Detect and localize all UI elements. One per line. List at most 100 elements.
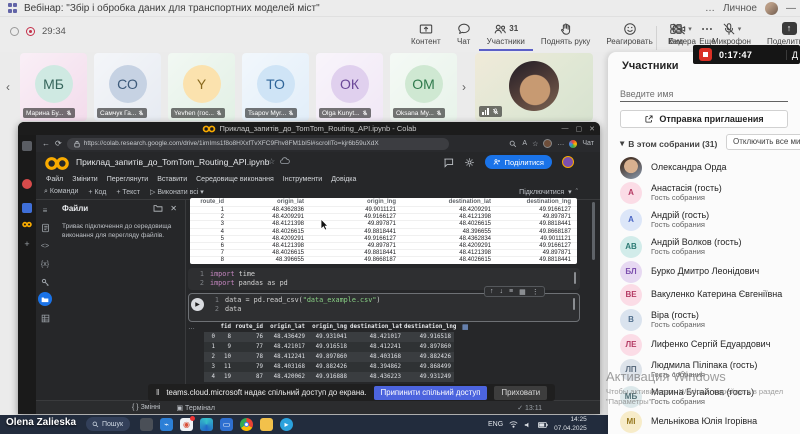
commands-button[interactable]: ⌕ Команди: [44, 188, 78, 196]
in-meeting-section[interactable]: ▾ В этом собрании (31): [620, 138, 717, 149]
file-explorer-icon[interactable]: [260, 418, 273, 431]
comment-icon[interactable]: [443, 157, 454, 168]
display-share-icon[interactable]: ▭: [220, 418, 233, 431]
video-tile[interactable]: YYevhen (гос...: [168, 53, 235, 121]
taskbar-search[interactable]: Пошук: [86, 417, 130, 431]
titlebar-more-button[interactable]: …: [705, 3, 715, 14]
participant-row[interactable]: ЛПЛюдмила Піліпака (гость)Гость собрания: [608, 356, 800, 383]
menu-Середовище виконання[interactable]: Середовище виконання: [196, 176, 274, 183]
participant-row[interactable]: Олександра Орда: [608, 156, 800, 179]
strip-workspace-icon[interactable]: [22, 141, 32, 151]
address-bar[interactable]: https://colab.research.google.com/drive/…: [67, 138, 449, 150]
browser-maximize-button[interactable]: ▢: [576, 125, 583, 133]
back-icon[interactable]: ←: [42, 139, 50, 148]
telegram-icon[interactable]: ▸: [280, 418, 293, 431]
colab-account-avatar[interactable]: [562, 156, 574, 168]
clock[interactable]: 14:25 07.04.2025: [554, 416, 587, 432]
interactive-table-icon[interactable]: ▦: [462, 323, 469, 331]
strip-tab-icon[interactable]: [22, 203, 32, 213]
volume-icon[interactable]: [524, 421, 532, 429]
video-tile-camera-on[interactable]: [475, 53, 593, 121]
strip-colab-tab-icon[interactable]: [22, 221, 32, 231]
menu-Довідка[interactable]: Довідка: [331, 176, 356, 183]
add-code-button[interactable]: + Код: [88, 189, 106, 196]
minimize-button[interactable]: —: [786, 3, 796, 14]
video-tile[interactable]: ТОTsapov Myr...: [242, 53, 309, 121]
video-tile[interactable]: МБМарина Бу...: [20, 53, 87, 121]
toolbar-chat[interactable]: Чат: [449, 18, 479, 51]
participant-row[interactable]: ААнастасія (гость)Гость собрания: [608, 179, 800, 206]
browser-titlebar[interactable]: Приклад_запитів_до_TomTom_Routing_API.ip…: [18, 122, 600, 135]
hide-share-bar-button[interactable]: Приховати: [494, 386, 547, 400]
csv-preview-table[interactable]: route_idorigin_latorigin_lngdestination_…: [190, 198, 577, 264]
browser-close-button[interactable]: ✕: [589, 125, 595, 133]
move-cell-up-icon[interactable]: ↑: [490, 288, 494, 295]
code-snippets-icon[interactable]: <>: [39, 240, 51, 252]
settings-gear-icon[interactable]: [464, 157, 475, 168]
bookmark-icon[interactable]: ☆: [532, 140, 538, 148]
participant-row[interactable]: ВЕВакуленко Катерина Євгеніївна: [608, 283, 800, 306]
chat-extension-label[interactable]: Чат: [582, 140, 594, 147]
pause-share-icon[interactable]: ‖: [156, 388, 159, 397]
participant-row[interactable]: БЛБурко Дмитро Леонідович: [608, 260, 800, 283]
participant-row[interactable]: ААндрій (гость)Гость собрания: [608, 206, 800, 233]
participant-row[interactable]: АВАндрій Волков (гость)Гость собрания: [608, 233, 800, 260]
tiles-next-button[interactable]: ›: [462, 80, 466, 94]
cell-scrollbar[interactable]: [574, 272, 576, 284]
variables-tab[interactable]: { } Змінні: [132, 404, 160, 412]
reload-icon[interactable]: ⟳: [55, 139, 62, 148]
menu-Змінити[interactable]: Змінити: [72, 176, 98, 183]
add-text-button[interactable]: + Текст: [116, 189, 140, 196]
profile-avatar[interactable]: [765, 2, 778, 15]
close-files-panel-icon[interactable]: ✕: [170, 204, 177, 213]
connect-button[interactable]: Підключитися: [519, 189, 564, 196]
send-invite-button[interactable]: Отправка приглашения: [620, 110, 788, 128]
participant-row[interactable]: ВВіра (гость)Гость собрания: [608, 306, 800, 333]
profile-label[interactable]: Личное: [723, 3, 757, 14]
comment-cell-icon[interactable]: ▦: [519, 288, 526, 296]
search-page-icon[interactable]: [509, 140, 517, 148]
run-all-button[interactable]: ▷ Виконати всі ▾: [150, 188, 204, 196]
cell-more-icon[interactable]: ⋮: [532, 288, 539, 296]
toolbar-participants[interactable]: 31Участники: [479, 18, 533, 51]
video-tile[interactable]: СОСамчук Га...: [94, 53, 161, 121]
stop-sharing-button[interactable]: Припинити спільний доступ: [374, 386, 488, 400]
battery-icon[interactable]: [538, 422, 548, 428]
cell-scrollbar[interactable]: [573, 298, 575, 310]
participant-search-input[interactable]: [620, 86, 788, 102]
map-pin-icon[interactable]: ◉: [180, 418, 193, 431]
toolbar-raise[interactable]: Поднять руку: [533, 18, 598, 51]
video-tile[interactable]: ОКOlga Kunyt...: [316, 53, 383, 121]
menu-Інструменти[interactable]: Інструменти: [283, 176, 322, 183]
data-table-icon[interactable]: [39, 312, 51, 324]
code-cell-read-csv[interactable]: 1data = pd.read_csv("data_example.csv")2…: [188, 293, 580, 322]
toolbar-react[interactable]: Реагировать: [598, 18, 660, 51]
variables-icon[interactable]: {x}: [39, 258, 51, 270]
chrome-icon[interactable]: [240, 418, 253, 431]
toolbar-content[interactable]: Контент: [403, 18, 449, 51]
task-view-icon[interactable]: [140, 418, 153, 431]
notebook-title[interactable]: Приклад_запитів_до_TomTom_Routing_API.ip…: [76, 157, 269, 167]
menu-Переглянути[interactable]: Переглянути: [107, 176, 148, 183]
extension-icon[interactable]: [569, 140, 577, 148]
run-cell-button[interactable]: ▶: [191, 298, 204, 311]
stop-recording-button[interactable]: [699, 48, 712, 61]
chevron-down-icon[interactable]: ▾: [688, 25, 692, 33]
move-cell-down-icon[interactable]: ↓: [500, 288, 504, 295]
find-replace-icon[interactable]: [39, 222, 51, 234]
link-cell-icon[interactable]: ≡: [509, 288, 513, 295]
new-tab-icon[interactable]: +: [22, 239, 32, 249]
secrets-key-icon[interactable]: [39, 276, 51, 288]
vscode-icon[interactable]: ⌁: [160, 418, 173, 431]
terminal-tab[interactable]: ▣ Термінал: [176, 404, 214, 412]
browser-menu-icon[interactable]: …: [557, 140, 564, 147]
output-collapse-icon[interactable]: …: [188, 324, 195, 331]
colab-share-button[interactable]: Поділитися: [485, 155, 552, 169]
collapse-icon[interactable]: ˆ: [576, 189, 578, 196]
strip-record-icon[interactable]: [22, 179, 32, 189]
font-size-icon[interactable]: A: [522, 140, 527, 147]
wifi-icon[interactable]: [509, 421, 518, 428]
menu-Вставити[interactable]: Вставити: [157, 176, 187, 183]
browser-profile-avatar[interactable]: [543, 139, 552, 148]
edge-icon[interactable]: [200, 418, 213, 431]
